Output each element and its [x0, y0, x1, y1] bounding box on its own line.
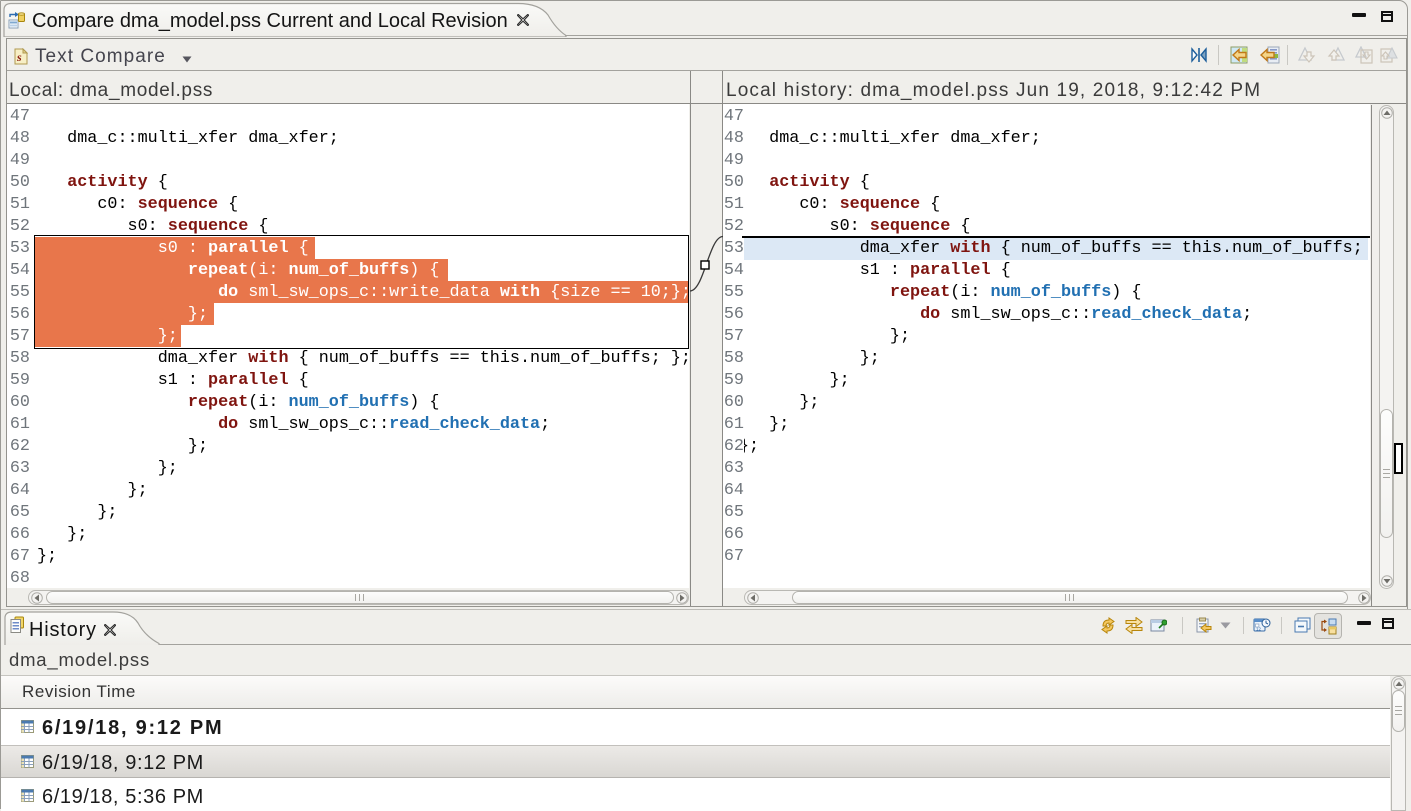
svg-text:s: s — [16, 50, 22, 64]
svg-text:12: 12 — [1256, 627, 1262, 632]
